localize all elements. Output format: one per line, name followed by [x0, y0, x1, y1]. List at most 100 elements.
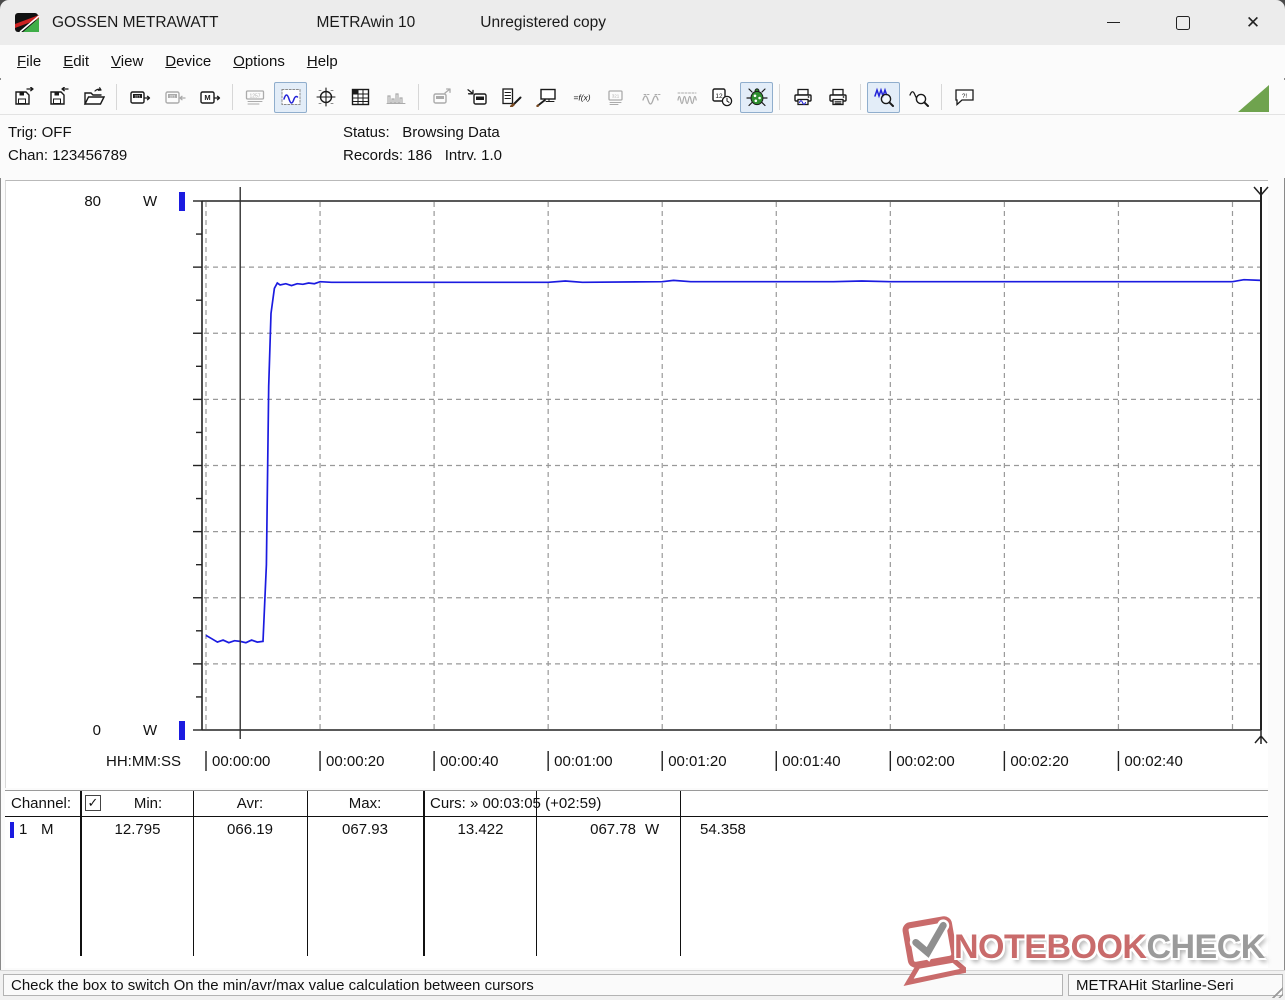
- meter-arrow-out-icon: [432, 88, 451, 104]
- table-view-button[interactable]: [344, 82, 377, 113]
- balloon-help-button[interactable]: ?!: [948, 82, 981, 113]
- wave-single-button: [635, 82, 668, 113]
- y-axis-max-label: 80: [84, 193, 101, 210]
- col-header-avr: Avr:: [236, 795, 264, 812]
- title-product-name: METRAwin 10: [316, 13, 416, 31]
- col-header-min: Min:: [133, 795, 163, 812]
- monitor-tool-icon: [535, 88, 556, 107]
- formula-button[interactable]: =f(x): [565, 82, 598, 113]
- meter-in-icon: 321: [164, 91, 186, 104]
- x-tick-label: 00:02:00: [896, 753, 955, 770]
- save-export-button[interactable]: [7, 82, 40, 113]
- meter-m-icon: M: [199, 91, 220, 104]
- clock-12-icon: 12: [711, 88, 732, 107]
- channel-status: Chan: 123456789: [8, 147, 128, 164]
- power-chart[interactable]: [6, 181, 1269, 789]
- sine-dense-icon: [676, 92, 697, 105]
- svg-text:321: 321: [134, 94, 140, 98]
- menu-item-help[interactable]: Help: [296, 49, 349, 74]
- wave-dense-button: [670, 82, 703, 113]
- cell-max: 067.93: [342, 821, 388, 838]
- chart-panel: 80 W 0 W HH:MM:SS 00:00:00 00:00:20 00:00:…: [5, 180, 1269, 789]
- export-config-button: [425, 82, 458, 113]
- read-device-button[interactable]: 321: [123, 82, 156, 113]
- multimeter-display-button: 1257: [239, 82, 272, 113]
- print-chart-button[interactable]: [786, 82, 819, 113]
- app-logo-icon: [15, 12, 40, 33]
- floppy-out-icon: [14, 87, 34, 105]
- table-divider: [423, 791, 425, 956]
- power-series-line: [205, 278, 1262, 644]
- waveform-icon: [281, 89, 300, 105]
- x-tick-label: 00:00:20: [326, 753, 385, 770]
- minimize-button[interactable]: [1090, 7, 1136, 38]
- toolbar-separator: [860, 84, 861, 110]
- corner-triangle-icon: [1238, 85, 1269, 112]
- menu-item-options[interactable]: Options: [222, 49, 296, 74]
- table-divider: [193, 791, 194, 956]
- table-divider: [80, 791, 82, 956]
- svg-text:321: 321: [169, 94, 175, 98]
- fx-icon: =f(x): [573, 93, 590, 103]
- save-import-button[interactable]: [42, 82, 75, 113]
- cell-channel-mode: M: [41, 821, 54, 838]
- open-file-button[interactable]: [77, 82, 110, 113]
- chart-view-button[interactable]: [274, 81, 307, 113]
- x-tick-label: 00:00:00: [212, 753, 271, 770]
- cell-avr: 066.19: [227, 821, 273, 838]
- minmax-checkbox[interactable]: ✓: [85, 795, 101, 811]
- menu-item-device[interactable]: Device: [154, 49, 222, 74]
- browse-status: Status: Browsing Data: [343, 124, 500, 141]
- display-1257-icon: 1257: [245, 90, 264, 105]
- print-button[interactable]: [821, 82, 854, 113]
- meter-321-button: 321: [600, 82, 633, 113]
- write-device-button: 321: [158, 82, 191, 113]
- debug-bug-button[interactable]: [740, 81, 773, 113]
- meter-321-icon: 321: [607, 90, 623, 105]
- help-balloon-icon: ?!: [954, 89, 974, 106]
- device-connect-button[interactable]: [460, 82, 493, 113]
- channel-row-marker: [10, 822, 14, 838]
- cell-channel-number: 1: [19, 821, 28, 838]
- cell-cursor2: 067.78: [590, 821, 636, 838]
- menu-item-edit[interactable]: Edit: [52, 49, 100, 74]
- menu-item-file[interactable]: File: [6, 49, 52, 74]
- zoom-in-button[interactable]: [867, 81, 900, 113]
- device-status-area: Trig: OFF Chan: 123456789 Status: Browsi…: [0, 115, 1285, 178]
- scope-view-button[interactable]: [309, 82, 342, 113]
- title-bar: GOSSEN METRAWATT METRAwin 10 Unregistere…: [0, 0, 1285, 45]
- x-tick-label: 00:02:20: [1010, 753, 1069, 770]
- maximize-button[interactable]: [1160, 7, 1206, 38]
- crosshair-icon: [315, 87, 336, 107]
- col-header-channel: Channel:: [11, 795, 72, 812]
- meter-plug-icon: [466, 89, 487, 105]
- pc-settings-button[interactable]: [530, 82, 563, 113]
- y-axis-unit-bottom: W: [143, 722, 158, 739]
- svg-text:M: M: [204, 93, 210, 102]
- table-divider: [536, 791, 537, 956]
- maximize-icon: [1176, 15, 1190, 30]
- y-axis-min-label: 0: [92, 722, 101, 739]
- x-tick-label: 00:01:00: [554, 753, 613, 770]
- cell-unit: W: [645, 821, 660, 838]
- x-axis-labels: HH:MM:SS 00:00:00 00:00:20 00:00:40 00:01:0…: [6, 753, 1268, 775]
- cursor-2[interactable]: [1253, 186, 1269, 744]
- menu-item-view[interactable]: View: [100, 49, 154, 74]
- printer-wave-icon: [793, 88, 812, 106]
- status-bar: Check the box to switch On the min/avr/m…: [0, 970, 1285, 1000]
- device-settings-button[interactable]: [495, 82, 528, 113]
- app-window: GOSSEN METRAWATT METRAwin 10 Unregistere…: [0, 0, 1285, 1000]
- zoom-out-button[interactable]: [902, 82, 935, 113]
- x-axis-unit-label: HH:MM:SS: [106, 753, 181, 770]
- menu-bar: File Edit View Device Options Help: [0, 45, 1285, 78]
- toolbar-separator: [941, 84, 942, 110]
- toolbar-separator: [779, 84, 780, 110]
- toolbar-separator: [116, 84, 117, 110]
- cell-delta: 54.358: [700, 821, 746, 838]
- close-button[interactable]: ✕: [1230, 7, 1276, 38]
- toolbar: 321 321 M 1257 =f(x) 321 12?!: [0, 80, 1285, 115]
- read-memory-button[interactable]: M: [193, 82, 226, 113]
- time-sync-button[interactable]: 12: [705, 82, 738, 113]
- bug-icon: [745, 88, 768, 107]
- grid-icon: [351, 88, 369, 106]
